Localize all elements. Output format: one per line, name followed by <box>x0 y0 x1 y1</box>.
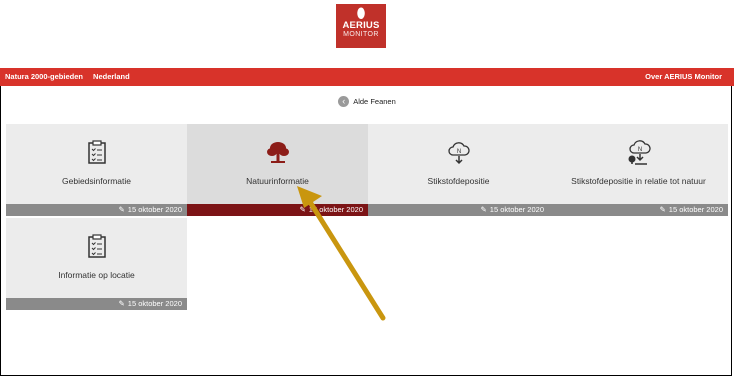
annotation-arrow <box>297 186 386 321</box>
